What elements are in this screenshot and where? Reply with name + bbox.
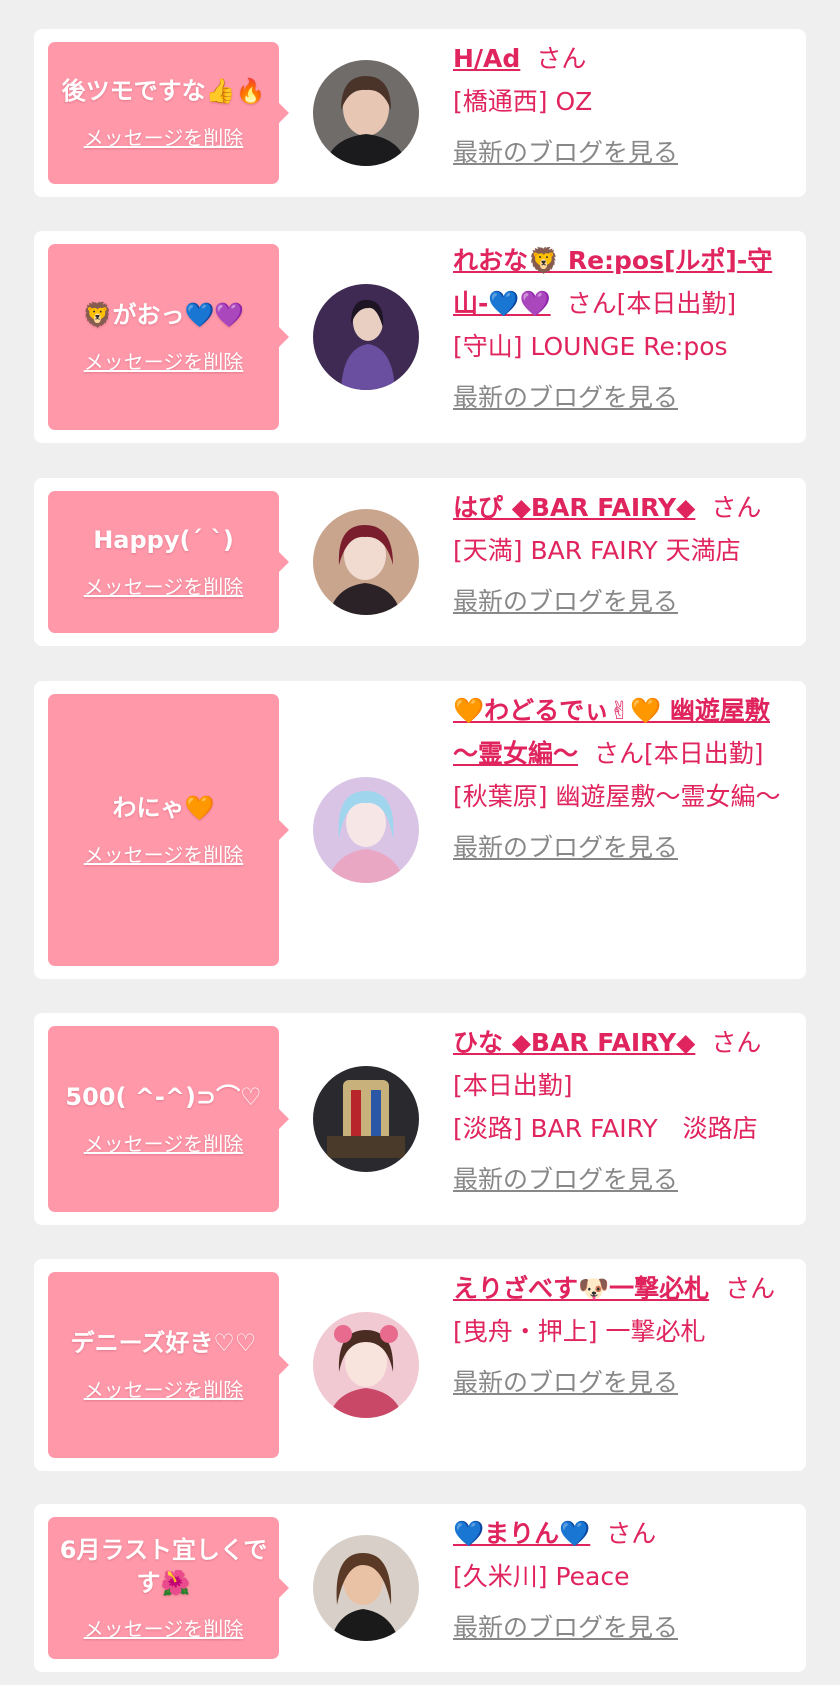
message-text: 500( ^-^)⊃⌒♡: [65, 1083, 262, 1112]
latest-blog-link[interactable]: 最新のブログを見る: [453, 376, 678, 419]
delete-message-link[interactable]: メッセージを削除: [84, 1374, 244, 1403]
message-card: 🦁がおっ💙💜 メッセージを削除 れおな🦁 Re:pos[ルポ]-守山-💙💜 さん[…: [34, 231, 806, 443]
latest-blog-link[interactable]: 最新のブログを見る: [453, 826, 678, 869]
delete-message-link[interactable]: メッセージを削除: [84, 346, 244, 375]
honorific: さん: [711, 1028, 762, 1057]
avatar[interactable]: [313, 1535, 419, 1641]
avatar[interactable]: [313, 60, 419, 166]
cast-info: えりざべす🐶一撃必札 さん [曳舟・押上] 一撃必札 最新のブログを見る: [453, 1267, 792, 1404]
avatar-image: [313, 1066, 419, 1172]
cast-name-link[interactable]: 💙まりん💙: [453, 1519, 590, 1548]
delete-message-link[interactable]: メッセージを削除: [84, 571, 244, 600]
message-text: わにゃ🧡: [112, 794, 215, 823]
cast-name-link[interactable]: はぴ ◆BAR FAIRY◆: [453, 493, 695, 522]
message-bubble: デニーズ好き♡♡ メッセージを削除: [48, 1272, 289, 1458]
avatar[interactable]: [313, 509, 419, 615]
delete-message-link[interactable]: メッセージを削除: [84, 1613, 244, 1642]
avatar[interactable]: [313, 1066, 419, 1172]
latest-blog-link[interactable]: 最新のブログを見る: [453, 580, 678, 623]
message-bubble: 🦁がおっ💙💜 メッセージを削除: [48, 244, 289, 430]
delete-message-link[interactable]: メッセージを削除: [84, 1128, 244, 1157]
message-card: 後ツモですな👍🔥 メッセージを削除 H/Ad さん [橋通西] OZ 最新のブログ…: [34, 29, 806, 197]
avatar-image: [313, 1312, 419, 1418]
store-name: [守山] LOUNGE Re:pos: [453, 332, 728, 361]
cast-name-line: はぴ ◆BAR FAIRY◆ さん: [453, 486, 792, 529]
cast-name-line: えりざべす🐶一撃必札 さん: [453, 1267, 792, 1310]
cast-info: ひな ◆BAR FAIRY◆ さん [本日出勤] [淡路] BAR FAIRY 淡…: [453, 1021, 792, 1201]
cast-name-link[interactable]: えりざべす🐶一撃必札: [453, 1274, 709, 1303]
cast-info: 🧡わどるでぃ✌🧡 幽遊屋敷 ～霊女編～ さん[本日出勤] [秋葉原] 幽遊屋敷～霊…: [453, 689, 792, 869]
avatar[interactable]: [313, 284, 419, 390]
message-bubble: 後ツモですな👍🔥 メッセージを削除: [48, 42, 289, 184]
avatar-image: [313, 1535, 419, 1641]
message-card: Happy(ˊ ˋ) メッセージを削除 はぴ ◆BAR FAIRY◆ さん [天満…: [34, 478, 806, 646]
message-bubble: わにゃ🧡 メッセージを削除: [48, 694, 289, 966]
cast-name-line: 🧡わどるでぃ✌🧡 幽遊屋敷 ～霊女編～ さん[本日出勤]: [453, 689, 792, 775]
message-bubble: 500( ^-^)⊃⌒♡ メッセージを削除: [48, 1026, 289, 1212]
cast-name-line: ひな ◆BAR FAIRY◆ さん: [453, 1021, 792, 1064]
cast-info: 💙まりん💙 さん [久米川] Peace 最新のブログを見る: [453, 1512, 792, 1649]
attendance-status: [本日出勤]: [644, 739, 764, 768]
latest-blog-link[interactable]: 最新のブログを見る: [453, 1361, 678, 1404]
message-card: わにゃ🧡 メッセージを削除 🧡わどるでぃ✌🧡 幽遊屋敷 ～霊女編～ さん[本日出勤…: [34, 681, 806, 979]
store-name: [淡路] BAR FAIRY 淡路店: [453, 1114, 758, 1143]
latest-blog-link[interactable]: 最新のブログを見る: [453, 1158, 678, 1201]
cast-name-line: H/Ad さん: [453, 37, 792, 80]
avatar-image: [313, 777, 419, 883]
honorific: さん: [711, 493, 762, 522]
delete-message-link[interactable]: メッセージを削除: [84, 122, 244, 151]
cast-name-line: 💙まりん💙 さん: [453, 1512, 792, 1555]
avatar-image: [313, 60, 419, 166]
message-list: 後ツモですな👍🔥 メッセージを削除 H/Ad さん [橋通西] OZ 最新のブログ…: [0, 0, 840, 1685]
honorific: さん: [606, 1519, 657, 1548]
honorific: さん: [725, 1274, 776, 1303]
message-text: デニーズ好き♡♡: [70, 1329, 257, 1358]
store-name: [天満] BAR FAIRY 天満店: [453, 536, 741, 565]
cast-info: H/Ad さん [橋通西] OZ 最新のブログを見る: [453, 37, 792, 174]
attendance-status: [本日出勤]: [616, 289, 737, 318]
message-bubble: 6月ラスト宜しくです🌺 メッセージを削除: [48, 1517, 289, 1659]
honorific: さん: [594, 739, 645, 768]
cast-info: れおな🦁 Re:pos[ルポ]-守山-💙💜 さん[本日出勤] [守山] LOUNG…: [453, 239, 792, 419]
honorific: さん: [536, 44, 587, 73]
cast-name-link[interactable]: ひな ◆BAR FAIRY◆: [453, 1028, 695, 1057]
store-name: [橋通西] OZ: [453, 87, 593, 116]
message-text: Happy(ˊ ˋ): [93, 526, 234, 555]
message-bubble: Happy(ˊ ˋ) メッセージを削除: [48, 491, 289, 633]
avatar[interactable]: [313, 1312, 419, 1418]
avatar[interactable]: [313, 777, 419, 883]
honorific: さん: [566, 289, 617, 318]
cast-name-line: れおな🦁 Re:pos[ルポ]-守山-💙💜 さん[本日出勤]: [453, 239, 792, 325]
latest-blog-link[interactable]: 最新のブログを見る: [453, 1606, 678, 1649]
cast-info: はぴ ◆BAR FAIRY◆ さん [天満] BAR FAIRY 天満店 最新のブ…: [453, 486, 792, 623]
message-text: 6月ラスト宜しくです🌺: [59, 1536, 268, 1597]
attendance-status: [本日出勤]: [453, 1071, 573, 1100]
avatar-image: [313, 284, 419, 390]
store-name: [久米川] Peace: [453, 1562, 630, 1591]
store-name: [秋葉原] 幽遊屋敷～霊女編～: [453, 782, 781, 811]
avatar-image: [313, 509, 419, 615]
latest-blog-link[interactable]: 最新のブログを見る: [453, 131, 678, 174]
message-text: 🦁がおっ💙💜: [82, 301, 245, 330]
message-card: 500( ^-^)⊃⌒♡ メッセージを削除 ひな ◆BAR FAIRY◆ さん […: [34, 1013, 806, 1225]
message-card: デニーズ好き♡♡ メッセージを削除 えりざべす🐶一撃必札 さん [曳舟・押上] 一…: [34, 1259, 806, 1471]
message-text: 後ツモですな👍🔥: [61, 77, 266, 106]
message-card: 6月ラスト宜しくです🌺 メッセージを削除 💙まりん💙 さん [久米川] Peace…: [34, 1504, 806, 1672]
delete-message-link[interactable]: メッセージを削除: [84, 839, 244, 868]
cast-name-link[interactable]: H/Ad: [453, 44, 520, 73]
store-name: [曳舟・押上] 一撃必札: [453, 1317, 706, 1346]
